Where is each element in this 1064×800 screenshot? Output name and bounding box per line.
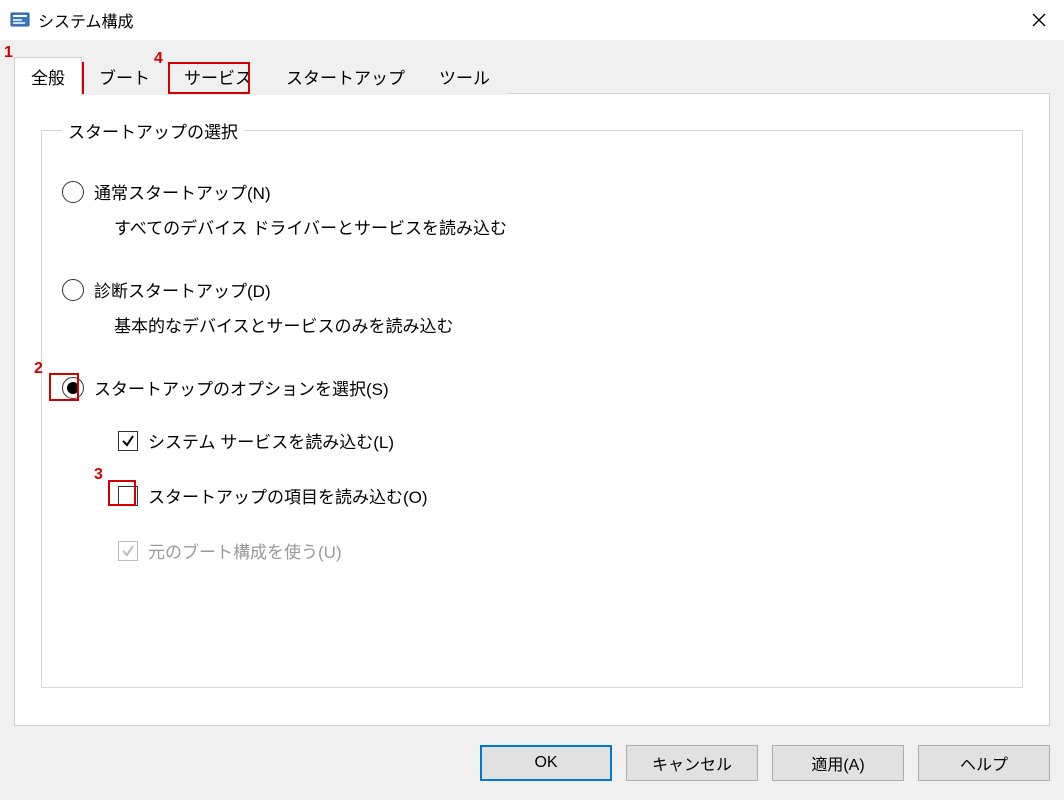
- checkbox-label: スタートアップの項目を読み込む(O): [148, 483, 428, 508]
- startup-selection-group: スタートアップの選択 通常スタートアップ(N) すべてのデバイス ドライバーとサ…: [41, 118, 1023, 688]
- tab-services[interactable]: サービス: [167, 57, 269, 95]
- radio-icon: [62, 181, 84, 203]
- dialog-buttons: OK キャンセル 適用(A) ヘルプ: [0, 740, 1064, 800]
- tabstrip: 全般 ブート サービス スタートアップ ツール: [0, 60, 1064, 94]
- option-label: 通常スタートアップ(N): [94, 179, 271, 204]
- help-button[interactable]: ヘルプ: [918, 745, 1050, 781]
- checkbox-load-startup-items[interactable]: スタートアップの項目を読み込む(O): [118, 483, 1002, 508]
- titlebar: システム構成: [0, 0, 1064, 40]
- tab-startup[interactable]: スタートアップ: [269, 57, 422, 95]
- option-selective-startup[interactable]: スタートアップのオプションを選択(S): [62, 375, 1002, 400]
- checkbox-use-original-boot: 元のブート構成を使う(U): [118, 538, 1002, 563]
- checkbox-label: 元のブート構成を使う(U): [148, 538, 342, 563]
- radio-icon: [62, 377, 84, 399]
- checkbox-load-system-services[interactable]: システム サービスを読み込む(L): [118, 428, 1002, 453]
- close-button[interactable]: [1014, 0, 1064, 40]
- option-diagnostic-startup[interactable]: 診断スタートアップ(D): [62, 277, 1002, 302]
- ok-button[interactable]: OK: [480, 745, 612, 781]
- tab-tools[interactable]: ツール: [422, 57, 507, 95]
- app-icon: [10, 10, 30, 30]
- apply-button[interactable]: 適用(A): [772, 745, 904, 781]
- checkbox-label: システム サービスを読み込む(L): [148, 428, 394, 453]
- checkbox-icon: [118, 486, 138, 506]
- cancel-button[interactable]: キャンセル: [626, 745, 758, 781]
- option-normal-desc: すべてのデバイス ドライバーとサービスを読み込む: [114, 214, 1002, 239]
- checkbox-icon: [118, 541, 138, 561]
- radio-icon: [62, 279, 84, 301]
- tab-panel-general: スタートアップの選択 通常スタートアップ(N) すべてのデバイス ドライバーとサ…: [14, 94, 1050, 726]
- option-label: 診断スタートアップ(D): [94, 277, 271, 302]
- close-icon: [1032, 13, 1046, 27]
- checkbox-icon: [118, 431, 138, 451]
- option-normal-startup[interactable]: 通常スタートアップ(N): [62, 179, 1002, 204]
- tab-boot[interactable]: ブート: [82, 57, 167, 95]
- option-diagnostic-desc: 基本的なデバイスとサービスのみを読み込む: [114, 312, 1002, 337]
- tab-general[interactable]: 全般: [14, 57, 82, 95]
- msconfig-window: システム構成 全般 ブート サービス スタートアップ ツール スタートアップの選…: [0, 0, 1064, 800]
- group-legend: スタートアップの選択: [62, 118, 244, 143]
- option-label: スタートアップのオプションを選択(S): [94, 375, 389, 400]
- window-title: システム構成: [38, 8, 134, 32]
